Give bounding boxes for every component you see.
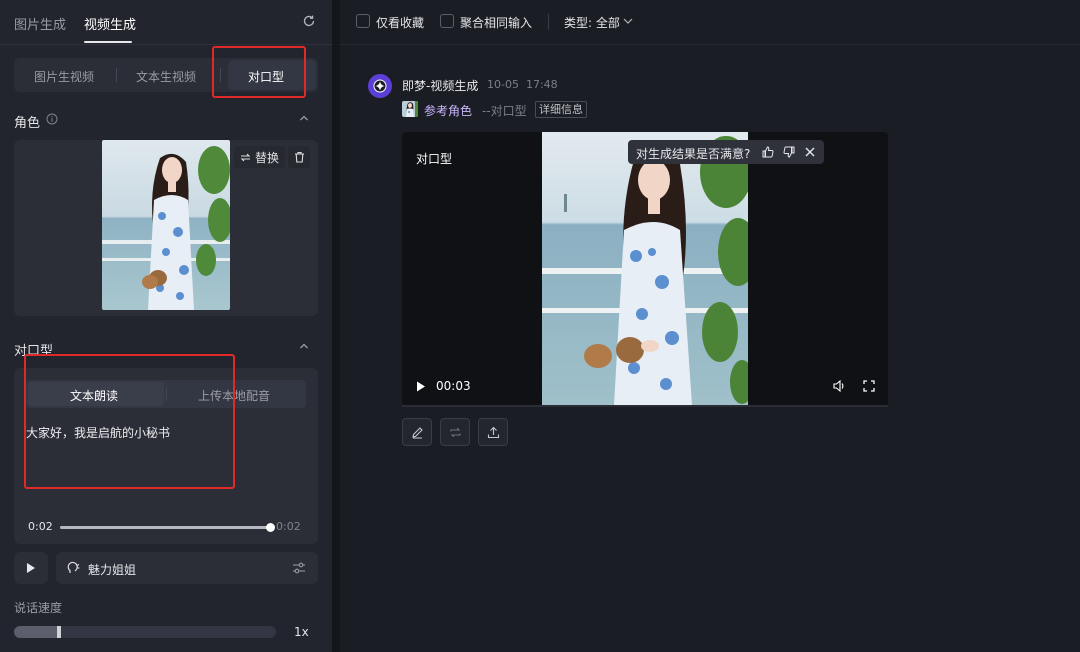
regenerate-button[interactable] xyxy=(440,418,470,446)
left-panel: 图片生成 视频生成 图片生视频 文本生视频 对口型 角色 替换 对口型 文本朗读… xyxy=(0,0,332,652)
character-section-title: 角色 xyxy=(14,116,41,131)
audio-current-time: 0:02 xyxy=(28,520,53,533)
speech-speed-fill xyxy=(14,626,59,638)
panel-divider xyxy=(332,0,340,652)
chevron-up-icon[interactable] xyxy=(298,340,310,352)
divider xyxy=(220,68,221,82)
video-mode-label: 对口型 xyxy=(416,152,453,166)
audio-progress-handle[interactable] xyxy=(266,523,275,532)
feedback-popup: 对生成结果是否满意? xyxy=(628,140,824,164)
generation-time: 17:48 xyxy=(525,78,558,91)
video-time: 00:03 xyxy=(436,379,471,393)
pencil-icon xyxy=(411,426,424,439)
audio-total-time: 0:02 xyxy=(276,520,301,533)
tab-video-generation[interactable]: 视频生成 xyxy=(84,14,136,33)
edit-button[interactable] xyxy=(402,418,432,446)
mode-lip-sync[interactable]: 对口型 xyxy=(248,68,284,85)
play-icon[interactable] xyxy=(416,381,426,392)
thumbs-up-icon[interactable] xyxy=(762,146,774,158)
chevron-up-icon[interactable] xyxy=(298,112,310,124)
speech-speed-slider[interactable] xyxy=(14,626,276,638)
generation-mode-label: --对口型 xyxy=(482,104,527,118)
voice-selector[interactable]: 魅力姐姐 xyxy=(56,552,318,584)
lipsync-text-input[interactable]: 大家好，我是启航的小秘书 xyxy=(26,424,170,441)
play-audio-button[interactable] xyxy=(14,552,48,584)
favorites-only-checkbox[interactable] xyxy=(356,14,370,28)
delete-button[interactable] xyxy=(288,146,310,168)
voice-icon xyxy=(66,561,80,575)
active-tab-indicator xyxy=(84,41,132,43)
speech-speed-value: 1x xyxy=(294,625,309,639)
settings-sliders-icon[interactable] xyxy=(292,561,306,575)
character-image[interactable] xyxy=(102,140,230,310)
video-progress-bar[interactable] xyxy=(402,405,888,407)
top-tabs: 图片生成 视频生成 xyxy=(0,0,332,44)
generation-date: 10-05 xyxy=(487,78,519,91)
sparkle-icon xyxy=(373,79,387,93)
divider xyxy=(116,68,117,82)
reference-thumbnail[interactable] xyxy=(402,101,418,117)
generation-title: 即梦-视频生成 xyxy=(402,79,479,93)
tab-upload-audio[interactable]: 上传本地配音 xyxy=(198,387,270,404)
divider xyxy=(340,44,1080,45)
feedback-question: 对生成结果是否满意? xyxy=(636,147,751,161)
share-button[interactable] xyxy=(478,418,508,446)
reference-role-label: 参考角色 xyxy=(424,104,473,118)
tab-text-read[interactable]: 文本朗读 xyxy=(70,387,118,404)
favorites-only-label: 仅看收藏 xyxy=(376,16,425,30)
mode-image-to-video[interactable]: 图片生视频 xyxy=(34,68,94,85)
character-card: 替换 xyxy=(14,140,318,316)
mode-switcher: 图片生视频 文本生视频 对口型 xyxy=(14,58,318,92)
refresh-icon[interactable] xyxy=(302,14,316,28)
video-frame xyxy=(542,132,748,405)
repeat-icon xyxy=(449,426,462,439)
thumbs-down-icon[interactable] xyxy=(783,146,795,158)
lipsync-card: 文本朗读 上传本地配音 大家好，我是启航的小秘书 0:02 0:02 xyxy=(14,368,318,544)
speech-speed-handle[interactable] xyxy=(56,626,61,638)
audio-progress-track[interactable] xyxy=(60,523,275,532)
replace-label: 替换 xyxy=(255,150,280,165)
swap-icon xyxy=(240,152,251,163)
info-icon[interactable] xyxy=(46,113,58,125)
mode-text-to-video[interactable]: 文本生视频 xyxy=(136,68,196,85)
divider xyxy=(548,14,549,30)
play-icon xyxy=(26,562,36,574)
merge-inputs-label: 聚合相同输入 xyxy=(460,16,533,30)
results-panel: 仅看收藏 聚合相同输入 类型: 全部 即梦-视频生成 10-05 17:48 参… xyxy=(340,0,1080,652)
trash-icon xyxy=(294,151,305,163)
filter-bar: 仅看收藏 聚合相同输入 类型: 全部 xyxy=(340,0,1080,44)
divider xyxy=(166,387,167,401)
replace-button[interactable]: 替换 xyxy=(234,146,286,168)
type-filter-dropdown[interactable]: 类型: 全部 xyxy=(564,14,620,31)
lipsync-section-title: 对口型 xyxy=(14,344,54,359)
volume-icon[interactable] xyxy=(833,380,846,392)
upload-icon xyxy=(487,426,500,439)
generation-timestamp: 10-05 17:48 xyxy=(487,78,558,91)
merge-inputs-checkbox[interactable] xyxy=(440,14,454,28)
details-button[interactable]: 详细信息 xyxy=(535,101,587,118)
audio-progress-fill xyxy=(60,526,270,529)
divider xyxy=(0,44,332,45)
generator-avatar xyxy=(368,74,392,98)
chevron-down-icon[interactable] xyxy=(623,17,633,25)
close-icon[interactable] xyxy=(805,147,815,157)
voice-name: 魅力姐姐 xyxy=(88,563,137,577)
video-player[interactable]: 对口型 对生成结果是否满意? 00:03 xyxy=(402,132,888,405)
speech-speed-title: 说话速度 xyxy=(14,601,63,615)
tab-image-generation[interactable]: 图片生成 xyxy=(14,14,66,33)
lipsync-source-switcher: 文本朗读 上传本地配音 xyxy=(26,380,306,408)
fullscreen-icon[interactable] xyxy=(863,380,875,392)
